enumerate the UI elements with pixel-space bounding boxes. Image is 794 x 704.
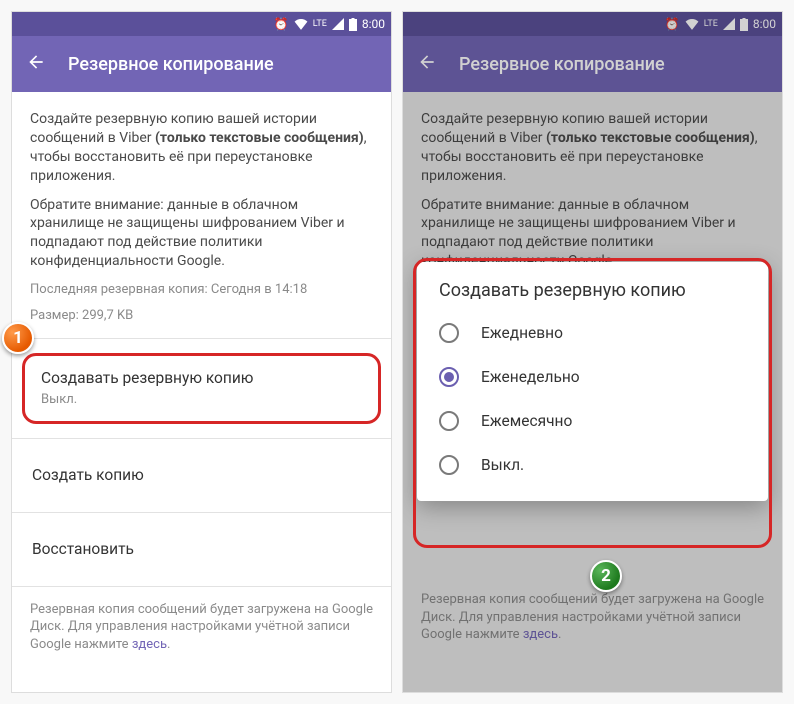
footer-link[interactable]: здесь [523, 627, 558, 642]
backup-frequency-dialog: Создавать резервную копию Ежедневно Ежен… [417, 262, 768, 501]
footer-note: Резервная копия сообщений будет загружен… [421, 591, 764, 644]
alarm-icon: ⏰ [274, 17, 289, 31]
signal-icon [332, 18, 344, 30]
radio-icon [439, 411, 459, 431]
radio-label: Ежемесячно [481, 412, 572, 430]
wifi-icon [685, 18, 699, 30]
restore-label: Восстановить [32, 539, 371, 560]
annotation-badge-1: 1 [2, 322, 34, 354]
footer-link[interactable]: здесь [132, 637, 167, 652]
radio-icon [439, 367, 459, 387]
app-bar: Резервное копирование [403, 36, 782, 92]
backup-now-label: Создать копию [32, 465, 371, 486]
divider [12, 512, 391, 513]
status-bar: ⏰ LTE 8:00 [403, 12, 782, 36]
back-arrow-icon[interactable] [26, 52, 46, 77]
status-bar: ⏰ LTE 8:00 [12, 12, 391, 36]
divider [12, 438, 391, 439]
radio-label: Выкл. [481, 456, 524, 474]
wifi-icon [294, 18, 308, 30]
lte-icon: LTE [313, 19, 327, 29]
page-title: Резервное копирование [68, 54, 274, 75]
phone-left: ⏰ LTE 8:00 Резервное копирование Создайт… [12, 12, 391, 692]
highlight-autobackup: Создавать резервную копию Выкл. [22, 353, 381, 423]
page-title: Резервное копирование [459, 54, 665, 75]
warning-text: Обратите внимание: данные в облачном хра… [421, 196, 764, 272]
last-backup-text: Последняя резервная копия: Сегодня в 14:… [30, 281, 373, 299]
radio-option-daily[interactable]: Ежедневно [423, 311, 762, 355]
radio-label: Еженедельно [481, 368, 580, 386]
signal-icon [723, 18, 735, 30]
radio-icon [439, 323, 459, 343]
radio-option-weekly[interactable]: Еженедельно [423, 355, 762, 399]
divider [12, 586, 391, 587]
restore-button[interactable]: Восстановить [30, 527, 373, 572]
autobackup-label: Создавать резервную копию [41, 368, 362, 389]
phone-right: ⏰ LTE 8:00 Резервное копирование Создайт… [403, 12, 782, 692]
footer-note: Резервная копия сообщений будет загружен… [30, 601, 373, 654]
annotation-badge-2: 2 [590, 560, 622, 592]
dialog-title: Создавать резервную копию [423, 280, 762, 311]
description-text: Создайте резервную копию вашей истории с… [421, 110, 764, 186]
description-text: Создайте резервную копию вашей истории с… [30, 110, 373, 186]
screen-body-left: Создайте резервную копию вашей истории с… [12, 92, 391, 692]
backup-size-text: Размер: 299,7 KB [30, 307, 373, 325]
radio-icon [439, 455, 459, 475]
backup-now-button[interactable]: Создать копию [30, 453, 373, 498]
radio-option-off[interactable]: Выкл. [423, 443, 762, 487]
autobackup-setting[interactable]: Создавать резервную копию Выкл. [39, 366, 364, 410]
app-bar: Резервное копирование [12, 36, 391, 92]
battery-icon [349, 18, 357, 31]
battery-icon [740, 18, 748, 31]
alarm-icon: ⏰ [665, 17, 680, 31]
divider [12, 338, 391, 339]
clock-text: 8:00 [362, 17, 385, 31]
radio-option-monthly[interactable]: Ежемесячно [423, 399, 762, 443]
radio-label: Ежедневно [481, 324, 563, 342]
clock-text: 8:00 [753, 17, 776, 31]
warning-text: Обратите внимание: данные в облачном хра… [30, 196, 373, 272]
lte-icon: LTE [704, 19, 718, 29]
back-arrow-icon[interactable] [417, 52, 437, 77]
autobackup-value: Выкл. [41, 391, 362, 409]
